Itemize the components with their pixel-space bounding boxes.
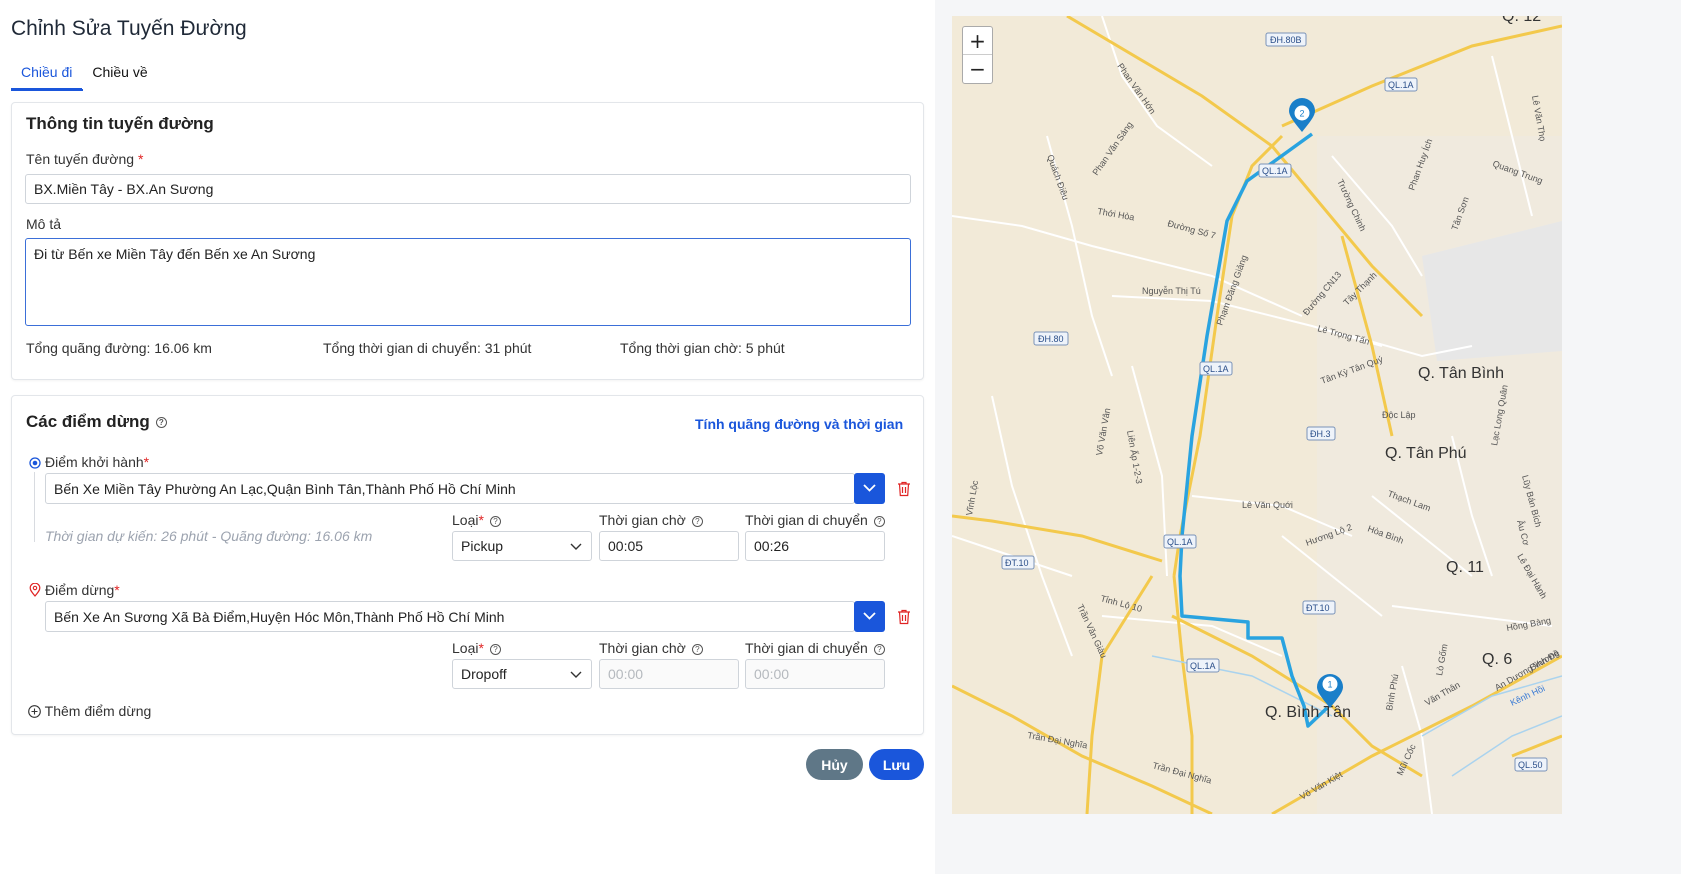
zoom-out-button[interactable]: − <box>963 55 992 83</box>
svg-text:ĐT.10: ĐT.10 <box>1005 558 1029 568</box>
svg-text:QL.1A: QL.1A <box>1262 166 1288 176</box>
chevron-down-icon <box>863 612 876 620</box>
route-marker-2[interactable]: 2 <box>1289 98 1315 132</box>
route-info-title: Thông tin tuyến đường <box>26 114 214 133</box>
stop-travel-label: Thời gian di chuyển? <box>745 640 885 656</box>
svg-text:ĐH.80B: ĐH.80B <box>1270 35 1302 45</box>
calculate-distance-link[interactable]: Tính quãng đường và thời gian <box>695 416 903 432</box>
plus-circle-icon <box>28 705 41 718</box>
start-point-label: Điểm khởi hành* <box>45 454 150 470</box>
svg-text:Đường Số 7: Đường Số 7 <box>1166 218 1216 240</box>
start-travel-time-input[interactable]: 00:26 <box>745 531 885 561</box>
svg-text:Trần Đại Nghĩa: Trần Đại Nghĩa <box>1151 760 1212 785</box>
start-address-dropdown-button[interactable] <box>854 473 885 504</box>
route-name-input[interactable]: BX.Miền Tây - BX.An Sương <box>25 174 911 204</box>
svg-text:ĐH.3: ĐH.3 <box>1310 429 1331 439</box>
description-textarea[interactable]: Đi từ Bến xe Miền Tây đến Bến xe An Sươn… <box>25 238 911 326</box>
svg-text:Lê Văn Quới: Lê Văn Quới <box>1242 500 1293 510</box>
svg-text:QL.50: QL.50 <box>1518 760 1543 770</box>
stop-connector-line <box>34 472 35 542</box>
route-name-label: Tên tuyến đường * <box>26 151 144 167</box>
app-root: Chỉnh Sửa Tuyến Đường Chiều đi Chiều về … <box>0 0 1681 874</box>
svg-text:Trần Đại Nghĩa: Trần Đại Nghĩa <box>1027 730 1089 750</box>
district-label-q6: Q. 6 <box>1482 651 1512 668</box>
marker-2-number: 2 <box>1299 109 1304 119</box>
district-label-binh-tan: Q. Bình Tân <box>1265 704 1351 721</box>
save-button[interactable]: Lưu <box>869 749 924 780</box>
route-edit-panel: Chỉnh Sửa Tuyến Đường Chiều đi Chiều về … <box>0 0 935 874</box>
stop-type-label: Loại*? <box>452 640 501 656</box>
chevron-down-icon <box>570 543 582 550</box>
tab-return[interactable]: Chiều về <box>82 60 157 90</box>
stop-address-dropdown-button[interactable] <box>854 601 885 632</box>
zoom-in-button[interactable]: + <box>963 27 992 55</box>
svg-text:Độc Lập: Độc Lập <box>1382 410 1416 420</box>
svg-text:Phan Văn Hớn: Phan Văn Hớn <box>1115 61 1157 115</box>
start-address-select[interactable]: Bến Xe Miền Tây Phường An Lạc,Quận Bình … <box>45 473 855 504</box>
help-icon: ? <box>489 515 501 527</box>
svg-text:Lê Văn Thọ: Lê Văn Thọ <box>1530 95 1548 142</box>
total-distance: Tổng quãng đường: 16.06 km <box>26 340 212 356</box>
start-travel-label: Thời gian di chuyển? <box>745 512 885 528</box>
start-type-select[interactable]: Pickup <box>452 531 592 561</box>
total-travel-time: Tổng thời gian di chuyển: 31 phút <box>323 340 532 356</box>
svg-text:ĐT.10: ĐT.10 <box>1306 603 1330 613</box>
svg-text:Tỉnh Lộ 10: Tỉnh Lộ 10 <box>1099 593 1143 614</box>
help-icon: ? <box>691 515 703 527</box>
district-label-q11: Q. 11 <box>1446 559 1484 576</box>
map-zoom-control: + − <box>962 26 993 84</box>
stops-card: Các điểm dừng? Tính quãng đường và thời … <box>11 395 924 735</box>
stop-wait-label: Thời gian chờ? <box>599 640 703 656</box>
cancel-button[interactable]: Hủy <box>806 749 863 780</box>
stop-travel-time-input[interactable]: 00:00 <box>745 659 885 689</box>
page-title: Chỉnh Sửa Tuyến Đường <box>11 17 247 40</box>
stop-wait-time-input[interactable]: 00:00 <box>599 659 739 689</box>
description-label: Mô tả <box>26 216 62 232</box>
stop-address-select[interactable]: Bến Xe An Sương Xã Bà Điểm,Huyện Hóc Môn… <box>45 601 855 632</box>
map-pin-icon <box>29 583 41 597</box>
district-label-q12: Q. 12 <box>1502 16 1541 25</box>
add-stop-button[interactable]: Thêm điểm dừng <box>28 703 151 719</box>
svg-text:QL.1A: QL.1A <box>1190 661 1216 671</box>
help-icon: ? <box>155 417 167 429</box>
svg-text:QL.1A: QL.1A <box>1203 364 1229 374</box>
route-info-card: Thông tin tuyến đường Tên tuyến đường * … <box>11 102 924 380</box>
chevron-down-icon <box>863 484 876 492</box>
svg-text:Quách Điêu: Quách Điêu <box>1045 153 1071 201</box>
svg-text:Liên Ấp 1-2-3: Liên Ấp 1-2-3 <box>1125 430 1144 485</box>
start-wait-time-input[interactable]: 00:05 <box>599 531 739 561</box>
start-point-icon <box>29 457 41 469</box>
total-wait-time: Tổng thời gian chờ: 5 phút <box>620 340 785 356</box>
svg-text:QL.1A: QL.1A <box>1167 537 1193 547</box>
svg-text:Võ Văn Vân: Võ Văn Vân <box>1094 407 1112 456</box>
delete-stop-trash-icon[interactable] <box>897 609 911 625</box>
start-type-label: Loại*? <box>452 512 501 528</box>
svg-text:Trần Văn Giàu: Trần Văn Giàu <box>1075 603 1109 660</box>
help-icon: ? <box>873 515 885 527</box>
svg-text:QL.1A: QL.1A <box>1388 80 1414 90</box>
svg-text:Vĩnh Lộc: Vĩnh Lộc <box>964 479 980 516</box>
stop-point-label: Điểm dừng* <box>45 582 120 598</box>
map-canvas[interactable]: Q. Tân Bình Q. Tân Phú Q. 11 Q. 6 Q. Bìn… <box>952 16 1562 814</box>
start-wait-label: Thời gian chờ? <box>599 512 703 528</box>
help-icon: ? <box>873 643 885 655</box>
district-label-tan-binh: Q. Tân Bình <box>1418 365 1504 382</box>
tab-outbound[interactable]: Chiều đi <box>11 60 83 90</box>
direction-tabs: Chiều đi Chiều về <box>11 60 158 90</box>
stops-title: Các điểm dừng? <box>26 412 167 432</box>
help-icon: ? <box>489 643 501 655</box>
district-label-tan-phu: Q. Tân Phú <box>1385 445 1467 462</box>
route-map[interactable]: Q. Tân Bình Q. Tân Phú Q. 11 Q. 6 Q. Bìn… <box>952 16 1562 814</box>
active-tab-indicator <box>11 89 83 91</box>
svg-text:Nguyễn Thị Tú: Nguyễn Thị Tú <box>1142 286 1201 296</box>
start-estimate-text: Thời gian dự kiến: 26 phút - Quãng đường… <box>45 528 373 544</box>
svg-text:ĐH.80: ĐH.80 <box>1038 334 1064 344</box>
help-icon: ? <box>691 643 703 655</box>
chevron-down-icon <box>570 671 582 678</box>
delete-start-trash-icon[interactable] <box>897 481 911 497</box>
svg-text:Thới Hòa: Thới Hòa <box>1097 206 1136 222</box>
svg-text:Phan Văn Sáng: Phan Văn Sáng <box>1090 120 1134 177</box>
marker-1-number: 1 <box>1327 680 1332 690</box>
stop-type-select[interactable]: Dropoff <box>452 659 592 689</box>
